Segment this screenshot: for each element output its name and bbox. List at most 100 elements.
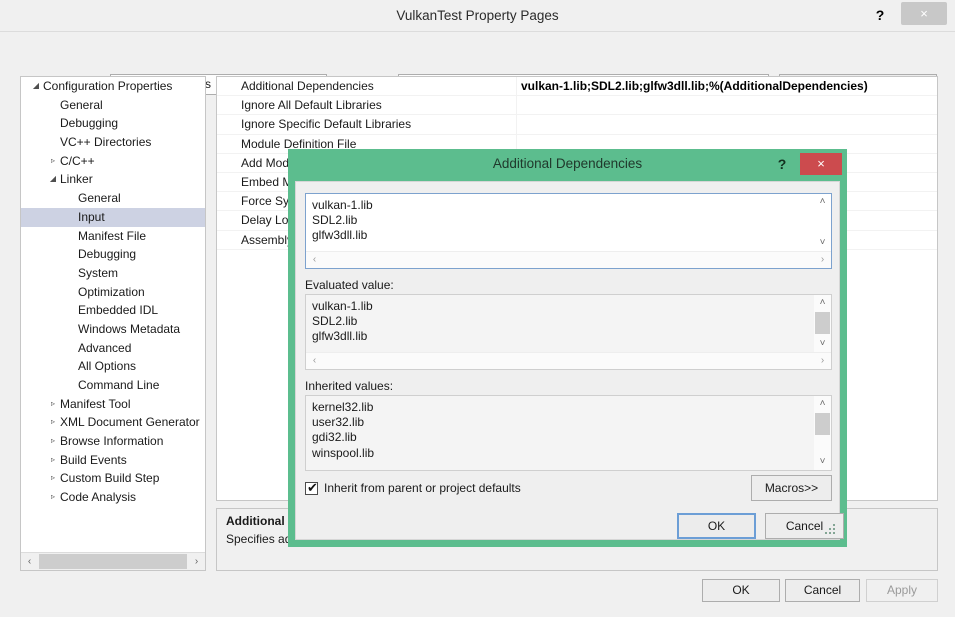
tree-item[interactable]: ▹ Code Analysis [21,488,205,507]
list-item: SDL2.lib [312,213,358,228]
apply-button: Apply [866,579,938,602]
evaluated-horizontal-scrollbar[interactable]: ‹ › [306,352,831,369]
scrollbar-thumb[interactable] [815,413,830,435]
list-item: vulkan-1.lib [312,198,373,212]
scroll-up-icon[interactable]: ˄ [814,396,831,412]
evaluated-value-box[interactable]: vulkan-1.lib SDL2.lib glfw3dll.lib ˄ ˅ ‹ › [305,294,832,370]
close-icon[interactable]: × [901,2,947,25]
tree-item[interactable]: ▹ Build Events [21,451,205,470]
chevron-right-icon[interactable]: ▹ [47,469,59,488]
property-row[interactable]: Ignore Specific Default Libraries [217,115,937,135]
tree-item[interactable]: System [21,264,205,283]
tree-item-label: XML Document Generator [60,415,200,430]
dialog-body: vulkan-1.lib SDL2.lib glfw3dll.lib ˄ ˅ ‹ ›… [295,181,844,540]
chevron-right-icon[interactable]: ▹ [47,395,59,414]
tree-item[interactable]: Embedded IDL [21,301,205,320]
tree-item-label: Optimization [78,284,145,299]
scroll-up-icon[interactable]: ˄ [814,295,831,311]
property-row[interactable]: Ignore All Default Libraries [217,96,937,116]
dependencies-edit-lines[interactable]: vulkan-1.lib SDL2.lib glfw3dll.lib [306,194,814,251]
cancel-button[interactable]: Cancel [785,579,860,602]
ok-button[interactable]: OK [702,579,780,602]
tree-item-label: Custom Build Step [60,471,160,486]
scroll-right-icon[interactable]: › [188,553,205,570]
tree-item-label: Manifest File [78,228,147,243]
property-row[interactable]: Additional Dependencies vulkan-1.lib;SDL2… [217,77,937,97]
tree-item[interactable]: General [21,96,205,115]
macros-button[interactable]: Macros>> [751,475,832,501]
tree-item[interactable]: Command Line [21,376,205,395]
property-name: Ignore All Default Libraries [241,98,382,113]
configuration-tree[interactable]: ◢ Configuration Properties General Debuggin… [21,77,205,551]
tree-item[interactable]: Advanced [21,339,205,358]
property-name: Ignore Specific Default Libraries [241,117,412,132]
dialog-ok-button[interactable]: OK [677,513,756,539]
tree-item[interactable]: ▹ C/C++ [21,152,205,171]
scrollbar-thumb[interactable] [815,312,830,334]
evaluated-value-label: Evaluated value: [305,278,394,292]
list-item: user32.lib [312,415,365,430]
chevron-right-icon[interactable]: ▹ [47,152,59,171]
window-title: VulkanTest Property Pages [396,8,559,23]
inherited-values-box[interactable]: kernel32.lib user32.lib gdi32.lib winspool.… [305,395,832,471]
dependencies-edit-box[interactable]: vulkan-1.lib SDL2.lib glfw3dll.lib ˄ ˅ ‹ › [305,193,832,269]
scrollbar-thumb[interactable] [39,554,187,569]
chevron-right-icon[interactable]: ▹ [47,432,59,451]
column-divider [516,96,517,116]
tree-item-label: VC++ Directories [60,135,152,150]
configuration-bar: Configuration: All Configurations ∨ Plat… [0,31,955,96]
resize-grip-icon[interactable] [824,524,836,536]
edit-vertical-scrollbar[interactable]: ˄ ˅ [814,194,831,251]
dialog-help-icon[interactable]: ? [771,153,793,175]
tree-item[interactable]: General [21,189,205,208]
tree-item-label: General [78,191,121,206]
tree-item-label: Configuration Properties [43,79,173,93]
tree-item[interactable]: ▹ XML Document Generator [21,413,205,432]
tree-item-label: Debugging [78,247,137,262]
tree-item[interactable]: ◢ Linker [21,170,205,189]
tree-item[interactable]: ◢ Configuration Properties [21,77,205,96]
chevron-down-icon[interactable]: ◢ [30,77,42,96]
tree-item-label: Linker [60,172,93,187]
inherited-values-lines: kernel32.lib user32.lib gdi32.lib winspool.… [306,396,814,470]
tree-item[interactable]: All Options [21,357,205,376]
tree-item[interactable]: Debugging [21,245,205,264]
tree-item[interactable]: Windows Metadata [21,320,205,339]
inherited-vertical-scrollbar[interactable]: ˄ ˅ [814,396,831,470]
tree-item[interactable]: Input [21,207,205,227]
tree-item[interactable]: VC++ Directories [21,133,205,152]
edit-horizontal-scrollbar[interactable]: ‹ › [306,251,831,268]
scroll-left-icon[interactable]: ‹ [21,553,38,570]
tree-item[interactable]: Debugging [21,114,205,133]
dialog-close-icon[interactable]: × [800,153,842,175]
inherit-checkbox-row[interactable]: ✔ Inherit from parent or project default… [305,480,725,500]
tree-item[interactable]: ▹ Custom Build Step [21,469,205,488]
property-name: Additional Dependencies [241,79,374,93]
additional-dependencies-dialog: Additional Dependencies ? × vulkan-1.lib… [288,149,847,547]
help-icon[interactable]: ? [867,2,893,28]
tree-item[interactable]: ▹ Browse Information [21,432,205,451]
chevron-right-icon[interactable]: ▹ [47,413,59,432]
scroll-down-icon[interactable]: ˅ [814,235,831,251]
chevron-right-icon[interactable]: ▹ [47,451,59,470]
property-value[interactable]: vulkan-1.lib;SDL2.lib;glfw3dll.lib;%(Add… [521,77,933,96]
chevron-down-icon[interactable]: ◢ [47,170,59,189]
inherit-checkbox[interactable]: ✔ [305,480,318,495]
configuration-tree-panel: ◢ Configuration Properties General Debuggin… [20,76,206,571]
tree-item[interactable]: ▹ Manifest Tool [21,395,205,414]
evaluated-vertical-scrollbar[interactable]: ˄ ˅ [814,295,831,352]
check-icon: ✔ [307,480,318,495]
chevron-right-icon[interactable]: ▹ [47,488,59,507]
scroll-left-icon[interactable]: ‹ [306,353,323,369]
scroll-right-icon[interactable]: › [814,252,831,268]
tree-horizontal-scrollbar[interactable]: ‹ › [21,552,205,570]
tree-item[interactable]: Manifest File [21,227,205,246]
scroll-down-icon[interactable]: ˅ [814,454,831,470]
evaluated-value-lines: vulkan-1.lib SDL2.lib glfw3dll.lib [306,295,814,352]
scroll-down-icon[interactable]: ˅ [814,336,831,352]
scroll-right-icon[interactable]: › [814,353,831,369]
list-item: winspool.lib [312,445,375,460]
tree-item[interactable]: Optimization [21,283,205,302]
scroll-left-icon[interactable]: ‹ [306,252,323,268]
scroll-up-icon[interactable]: ˄ [814,194,831,210]
